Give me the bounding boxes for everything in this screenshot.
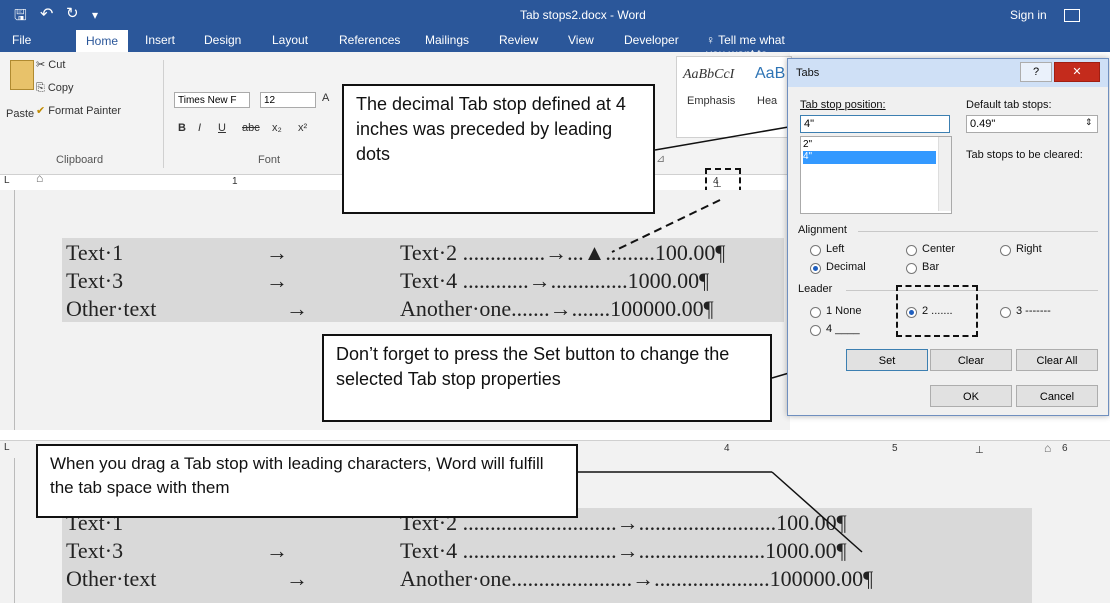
doc-bottom-row-3-col1: Other·text [66,566,157,591]
tab-stop-position-input[interactable]: 4" [800,115,950,133]
ruler-mark-6: 6 [1062,443,1068,454]
clear-all-button[interactable]: Clear All [1016,349,1098,371]
tab-selector-icon[interactable]: L [4,442,10,453]
leader-underline-radio[interactable] [810,325,821,336]
align-right-radio[interactable] [1000,245,1011,256]
leader-dashes-radio[interactable] [1000,307,1011,318]
tab-arrow-icon: → [286,566,308,591]
ok-button[interactable]: OK [930,385,1012,407]
align-bar-label: Bar [922,261,940,273]
list-scrollbar[interactable] [938,137,951,211]
align-decimal-radio[interactable] [810,263,821,274]
align-left-radio[interactable] [810,245,821,256]
align-bar-radio[interactable] [906,263,917,274]
leader-none-label: 1 None [826,305,862,317]
cancel-button[interactable]: Cancel [1016,385,1098,407]
tab-arrow-icon: → [266,538,288,563]
tab-stops-cleared-label: Tab stops to be cleared: [966,149,1083,161]
highlight-leader-option [896,285,978,337]
callout-set-button: Don’t forget to press the Set button to … [322,334,772,422]
tab-stop-position-label: Tab stop position: [800,99,886,111]
decimal-tab-stop-icon[interactable]: ⊥ [975,445,984,456]
leader-underline-label: 4 ____ [826,323,860,335]
separator [858,231,1098,232]
align-left-label: Left [826,243,845,255]
help-button[interactable]: ? [1020,62,1052,82]
section-gap [0,432,1110,436]
ruler-mark-5: 5 [892,443,898,454]
alignment-label: Alignment [798,224,847,236]
callout-drag-tabstop: When you drag a Tab stop with leading ch… [36,444,578,518]
align-center-radio[interactable] [906,245,917,256]
ruler-mark-4: 4 [724,443,730,454]
leader-label: Leader [798,283,833,295]
tabs-dialog: Tabs ? ✕ Tab stop position: 4" 2" 4" Def… [787,58,1109,416]
set-button[interactable]: Set [846,349,928,371]
leader-none-radio[interactable] [810,307,821,318]
default-tab-stops-label: Default tab stops: [966,99,1052,111]
tab-stop-list-item-selected[interactable]: 4" [803,151,936,164]
clear-button[interactable]: Clear [930,349,1012,371]
indent-marker-icon[interactable]: ⌂ [1044,441,1051,455]
align-decimal-label: Decimal [826,261,866,273]
spinner-icon[interactable]: ⇕ [1085,117,1093,128]
tab-stops-list[interactable]: 2" 4" [800,136,952,214]
vertical-ruler [14,458,15,603]
dialog-title: Tabs [796,67,820,79]
doc-bottom-row-3-col2: Another·one......................→......… [400,566,874,591]
default-tab-stops-input[interactable]: 0.49" [966,115,1098,133]
align-center-label: Center [922,243,956,255]
doc-bottom-row-2-col2: Text·4 ............................→....… [400,538,847,563]
doc-bottom-row-2-col1: Text·3 [66,538,124,563]
close-button[interactable]: ✕ [1054,62,1100,82]
dialog-title-bar: Tabs ? ✕ [788,59,1108,87]
align-right-label: Right [1016,243,1042,255]
leader-dashes-label: 3 ------- [1016,305,1051,317]
callout-decimal-tabstop: The decimal Tab stop defined at 4 inches… [342,84,655,214]
